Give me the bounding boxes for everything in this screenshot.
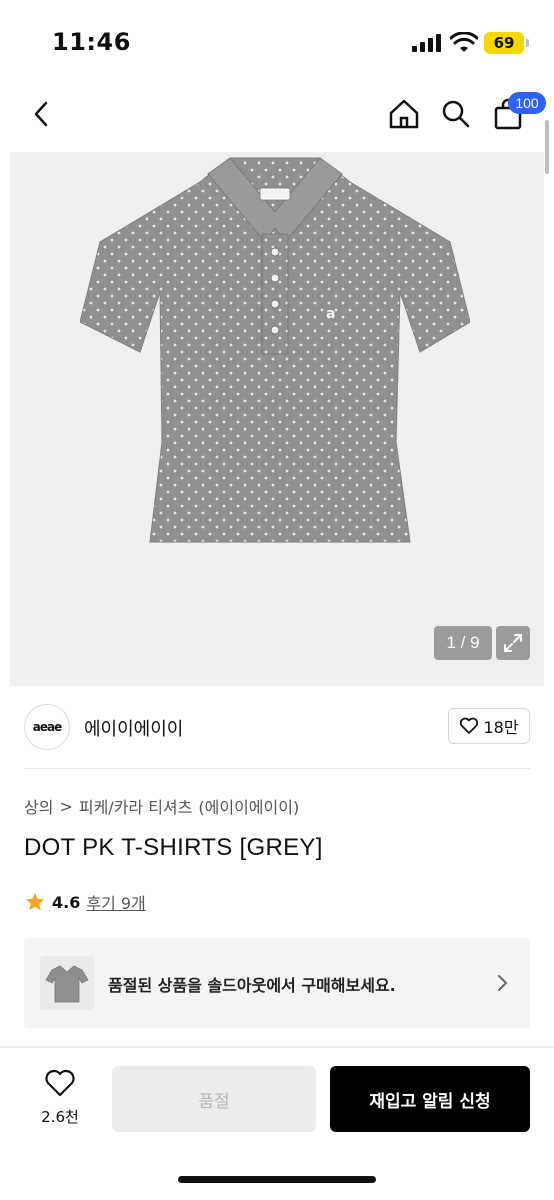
brand-name[interactable]: 에이이에이이 xyxy=(84,715,183,741)
resell-thumbnail xyxy=(40,956,94,1010)
heart-icon xyxy=(45,1069,75,1097)
bottom-action-bar: 2.6천 품절 재입고 알림 신청 xyxy=(0,1048,554,1200)
heart-icon xyxy=(460,717,479,734)
breadcrumb-item-category[interactable]: 상의 xyxy=(24,794,53,818)
svg-text:a: a xyxy=(326,306,335,322)
star-icon xyxy=(25,892,45,911)
favorite-button[interactable]: 2.6천 xyxy=(30,1068,90,1132)
brand-logo[interactable]: aeae xyxy=(24,704,70,750)
brand-like-button[interactable]: 18만 xyxy=(448,708,530,744)
expand-icon xyxy=(504,634,522,652)
status-time: 11:46 xyxy=(52,28,131,56)
status-bar: 11:46 69 xyxy=(0,0,554,88)
chevron-left-icon xyxy=(34,101,48,127)
back-button[interactable] xyxy=(22,94,62,134)
product-title: DOT PK T-SHIRTS [GREY] xyxy=(24,834,323,861)
soldout-button: 품절 xyxy=(112,1066,316,1132)
brand-row: aeae 에이이에이이 18만 xyxy=(0,700,554,754)
rating-row: 4.6 후기 9개 xyxy=(24,890,146,914)
search-icon xyxy=(442,100,470,128)
divider xyxy=(24,768,530,769)
breadcrumb-item-subcategory[interactable]: 피케/카라 티셔츠 xyxy=(79,794,193,818)
polo-shirt-image: a xyxy=(80,157,470,543)
favorite-count: 2.6천 xyxy=(41,1108,79,1126)
cart-count-badge: 100 xyxy=(508,92,546,114)
scrollbar[interactable] xyxy=(545,120,549,174)
breadcrumb-item-brand[interactable]: (에이이에이이) xyxy=(198,794,299,818)
rating-score: 4.6 xyxy=(52,892,81,912)
shirt-thumbnail-icon xyxy=(45,965,89,1003)
battery-icon: 69 xyxy=(484,32,529,54)
product-image[interactable]: a 1 / 9 xyxy=(10,152,544,686)
chevron-right-icon xyxy=(498,975,508,991)
reviews-link[interactable]: 후기 9개 xyxy=(86,890,145,914)
soldout-resell-banner[interactable]: 품절된 상품을 솔드아웃에서 구매해보세요. xyxy=(24,938,530,1028)
search-button[interactable] xyxy=(436,94,476,134)
expand-image-button[interactable] xyxy=(496,626,530,660)
home-button[interactable] xyxy=(384,94,424,134)
breadcrumb: 상의 > 피케/카라 티셔츠 (에이이에이이) xyxy=(24,794,299,818)
top-nav xyxy=(0,88,554,148)
restock-alert-button[interactable]: 재입고 알림 신청 xyxy=(330,1066,530,1132)
image-counter: 1 / 9 xyxy=(434,626,492,660)
home-indicator xyxy=(178,1176,376,1183)
wifi-icon xyxy=(450,32,478,52)
resell-text: 품절된 상품을 솔드아웃에서 구매해보세요. xyxy=(108,976,396,995)
home-icon xyxy=(389,99,419,129)
breadcrumb-separator: > xyxy=(59,796,73,816)
brand-like-count: 18만 xyxy=(483,718,519,737)
cellular-signal-icon xyxy=(412,34,442,52)
